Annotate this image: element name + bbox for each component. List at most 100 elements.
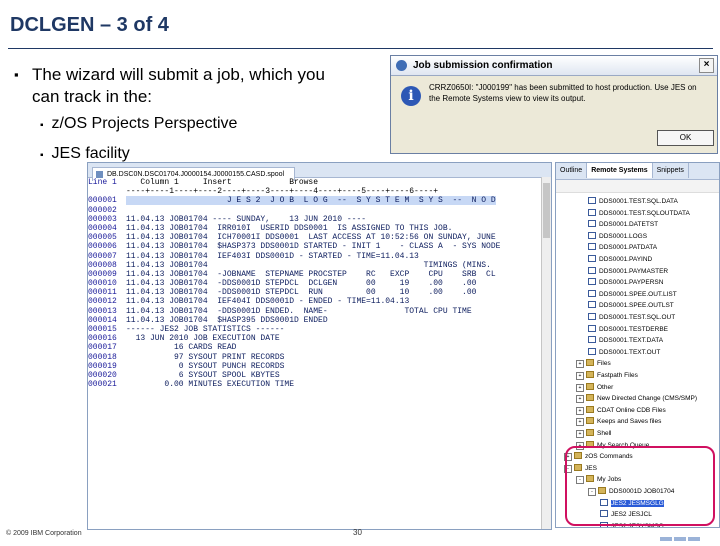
line-text: 11.04.13 JOB01704 -DDS0001D ENDED. NAME-…	[126, 306, 472, 316]
tree-node-label: DDS0001.PAYPERSN	[599, 279, 664, 287]
tree-node[interactable]: + Keeps and Saves files	[576, 417, 661, 427]
editor-line[interactable]: 000005 11.04.13 JOB01704 ICH70001I DDS000…	[88, 233, 551, 242]
scrollbar-thumb[interactable]	[543, 183, 550, 238]
editor-line[interactable]: 000013 11.04.13 JOB01704 -DDS0001D ENDED.…	[88, 307, 551, 316]
line-number: 000004	[88, 223, 117, 233]
editor-line[interactable]: 000007 11.04.13 JOB01704 IEF403I DDS0001D…	[88, 252, 551, 261]
editor-line[interactable]: Line 1 Column 1 Insert Browse	[88, 178, 551, 187]
dialog-title: Job submission confirmation	[413, 60, 553, 71]
spool-editor: DB.DSC0N.DSC01704.J0000154.J0000155.CASD…	[87, 162, 552, 530]
line-number: 000010	[88, 279, 117, 289]
editor-scrollbar[interactable]	[541, 177, 551, 529]
tree-node[interactable]: + Other	[576, 382, 613, 393]
job-submission-dialog: Job submission confirmation × i CRRZ0650…	[390, 55, 718, 154]
slide-title: DCLGEN – 3 of 4	[10, 14, 169, 36]
tree-node-label: DDS0001.TEST.SQLOUTDATA	[599, 209, 690, 217]
close-icon[interactable]: ×	[699, 58, 714, 73]
dataset-icon	[588, 336, 596, 344]
line-number: 000021	[88, 380, 117, 390]
line-text: 11.04.13 JOB01704 IRR010I USERID DDS0001…	[126, 223, 453, 233]
title-divider	[8, 48, 713, 49]
dataset-icon	[588, 231, 596, 239]
editor-line[interactable]: 000020 6 SYSOUT SPOOL KBYTES	[88, 371, 551, 380]
editor-line[interactable]: 000017 16 CARDS READ	[88, 343, 551, 352]
expand-icon[interactable]: +	[576, 395, 584, 404]
editor-line[interactable]: 000021 0.00 MINUTES EXECUTION TIME	[88, 380, 551, 389]
line-text: 11.04.13 JOB01704 -DDS0001D STEPDCL RUN …	[126, 288, 477, 298]
editor-line[interactable]: 000009 11.04.13 JOB01704 -JOBNAME STEPNAM…	[88, 270, 551, 279]
editor-line[interactable]: 000006 11.04.13 JOB01704 $HASP373 DDS0001…	[88, 242, 551, 251]
tree-node[interactable]: DDS0001.PAYPERSN	[588, 278, 663, 288]
editor-line[interactable]: 000015 ------ JES2 JOB STATISTICS ------	[88, 325, 551, 334]
tree-node-label: DDS0001.TESTDERBE	[599, 325, 668, 333]
line-number: 000015	[88, 325, 117, 334]
line-text: 0.00 MINUTES EXECUTION TIME	[126, 380, 295, 390]
dataset-icon	[588, 301, 596, 309]
tree-node[interactable]: DDS0001.TEST.SQL.OUT	[588, 313, 675, 323]
editor-line[interactable]: 000008 11.04.13 JOB01704 TIMINGS (MINS.	[88, 261, 551, 270]
expand-icon[interactable]: +	[576, 383, 584, 392]
dataset-icon	[588, 208, 596, 216]
tree-node[interactable]: DDS0001.TEXT.DATA	[588, 336, 663, 346]
editor-line[interactable]: 000012 11.04.13 JOB01704 IEF404I DDS0001D…	[88, 297, 551, 306]
decorative-bars	[660, 528, 720, 541]
editor-body[interactable]: Line 1 Column 1 Insert Browse ----+----1-…	[88, 178, 551, 389]
expand-icon[interactable]: +	[576, 430, 584, 438]
dataset-icon	[588, 220, 596, 228]
tree-node-label: DDS0001.PAYIND	[599, 256, 653, 263]
tab-outline[interactable]: Outline	[556, 163, 588, 178]
tree-node[interactable]: DDS0001.DATETST	[588, 220, 658, 230]
expand-icon[interactable]: +	[576, 372, 584, 380]
tree-node[interactable]: + CDAT Online CDB Files	[576, 405, 666, 416]
tree-node[interactable]: DDS0001.TESTDERBE	[588, 324, 668, 335]
editor-line[interactable]: 000018 97 SYSOUT PRINT RECORDS	[88, 353, 551, 362]
folder-icon	[586, 405, 594, 413]
expand-icon[interactable]: +	[576, 360, 584, 369]
line-number: 000007	[88, 251, 117, 261]
expand-icon[interactable]: +	[576, 406, 584, 415]
bullet-main-line1: The wizard will submit a job, which you	[32, 65, 325, 84]
panel-tabbar: Outline Remote Systems Snippets	[556, 163, 719, 180]
editor-line[interactable]: 000010 11.04.13 JOB01704 -DDS0001D STEPDC…	[88, 279, 551, 288]
folder-icon	[586, 394, 594, 402]
panel-toolbar	[556, 180, 719, 193]
tree-node[interactable]: DDS0001.SPEE.OUTLST	[588, 301, 674, 311]
tree-node[interactable]: + Shell	[576, 429, 611, 439]
line-text: 11.04.13 JOB01704 -JOBNAME STEPNAME PROC…	[126, 269, 496, 279]
tab-snippets[interactable]: Snippets	[653, 163, 689, 178]
tree-node[interactable]: + Fastpath Files	[576, 371, 638, 381]
editor-line[interactable]: 000001 J E S 2 J O B L O G -- S Y S T E …	[88, 196, 551, 206]
editor-line[interactable]: 000019 0 SYSOUT PUNCH RECORDS	[88, 362, 551, 371]
editor-line[interactable]: 000003 11.04.13 JOB01704 ---- SUNDAY, 13 …	[88, 215, 551, 224]
line-number: 000018	[88, 352, 117, 362]
tree-node[interactable]: DDS0001.PAYIND	[588, 255, 652, 265]
expand-icon[interactable]: +	[576, 418, 584, 427]
tree-node[interactable]: DDS0001.PATDATA	[588, 243, 657, 253]
editor-line[interactable]: 000004 11.04.13 JOB01704 IRR010I USERID D…	[88, 224, 551, 233]
tree-node[interactable]: DDS0001.SPEE.OUT.LIST	[588, 289, 677, 300]
tree-node[interactable]: DDS0001.TEST.SQL.DATA	[588, 197, 678, 207]
line-number: 000008	[88, 260, 117, 270]
tree-node[interactable]: + Files	[576, 359, 611, 369]
line-text: 11.04.13 JOB01704 -DDS0001D STEPDCL DCLG…	[126, 279, 477, 289]
editor-line[interactable]: 000016 13 JUN 2010 JOB EXECUTION DATE	[88, 334, 551, 343]
tree-node[interactable]: + New Directed Change (CMS/SMP)	[576, 394, 697, 404]
tree-node-label: DDS0001.PAYMASTER	[599, 267, 669, 275]
editor-line[interactable]: 000002	[88, 206, 551, 215]
tree-node[interactable]: DDS0001.LOGS	[588, 231, 647, 242]
editor-line[interactable]: 000011 11.04.13 JOB01704 -DDS0001D STEPDC…	[88, 288, 551, 297]
folder-icon	[586, 371, 594, 378]
bullet-square-icon: ▪	[40, 150, 44, 161]
tree-node[interactable]: DDS0001.TEST.SQLOUTDATA	[588, 208, 690, 219]
tab-remote-systems[interactable]: Remote Systems	[587, 163, 653, 178]
tree-node-label: Files	[597, 360, 611, 368]
line-text: 11.04.13 JOB01704 TIMINGS (MINS.	[126, 260, 491, 270]
tree-node[interactable]: DDS0001.TEXT.OUT	[588, 347, 660, 358]
tree-node[interactable]: DDS0001.PAYMASTER	[588, 266, 669, 277]
tree-node-label: CDAT Online CDB Files	[597, 406, 666, 414]
ok-button[interactable]: OK	[657, 130, 714, 146]
line-text: 6 SYSOUT SPOOL KBYTES	[126, 370, 280, 380]
editor-line[interactable]: ----+----1----+----2----+----3----+----4…	[88, 187, 551, 196]
dialog-titlebar[interactable]: Job submission confirmation ×	[391, 56, 717, 76]
editor-line[interactable]: 000014 11.04.13 JOB01704 $HASP395 DDS0001…	[88, 316, 551, 325]
